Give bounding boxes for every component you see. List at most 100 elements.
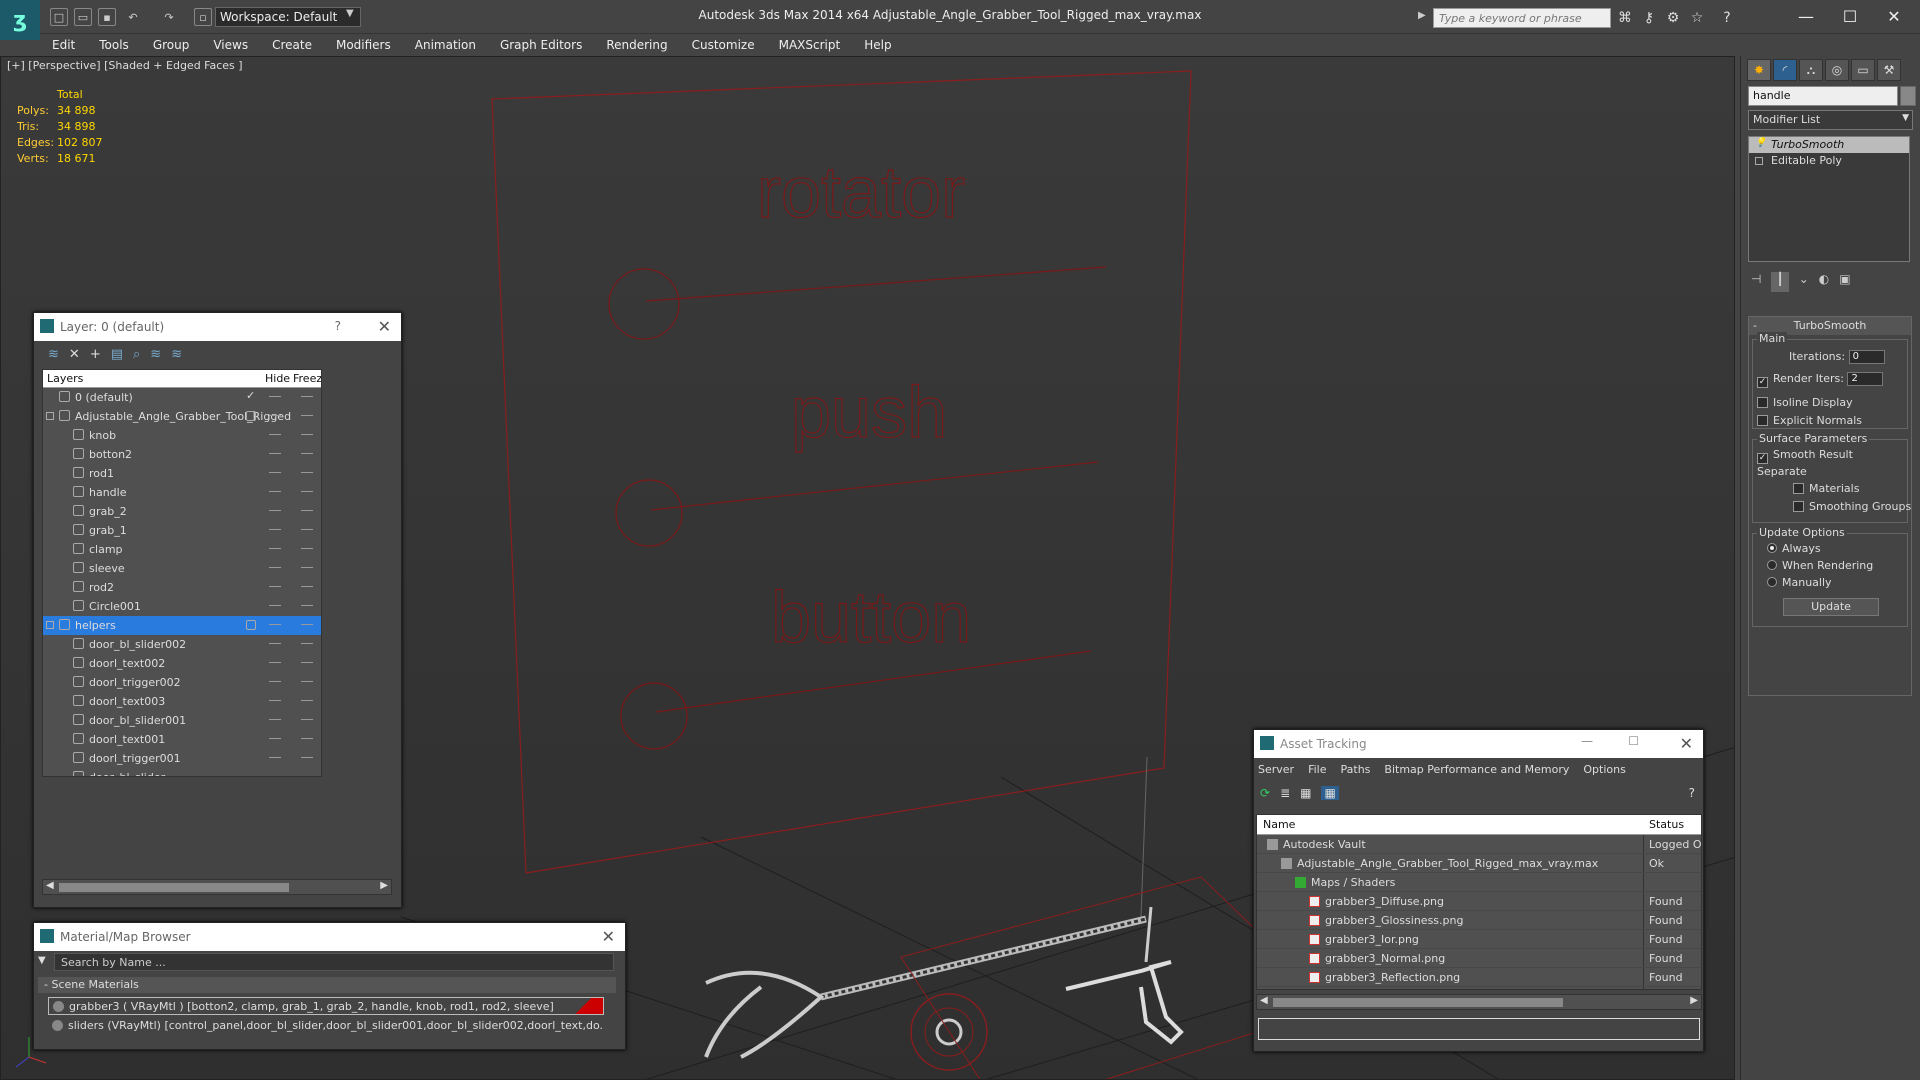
communication-center-icon[interactable]: ⚙ bbox=[1664, 9, 1682, 27]
layer-row[interactable]: Adjustable_Angle_Grabber_Tool_Rigged bbox=[43, 407, 321, 426]
menu-tools[interactable]: Tools bbox=[87, 38, 141, 52]
render-iters-checkbox[interactable]: ✓ bbox=[1757, 377, 1768, 388]
freeze-toggle[interactable] bbox=[301, 643, 313, 644]
remove-modifier-icon[interactable]: ◐ bbox=[1819, 272, 1829, 292]
freeze-toggle[interactable] bbox=[301, 738, 313, 739]
hide-toggle[interactable] bbox=[269, 472, 281, 473]
hide-toggle[interactable] bbox=[269, 681, 281, 682]
keyword-search-input[interactable]: Type a keyword or phrase bbox=[1433, 8, 1611, 28]
freeze-toggle[interactable] bbox=[301, 757, 313, 758]
hide-toggle[interactable] bbox=[269, 643, 281, 644]
scroll-right-icon[interactable]: ▶ bbox=[380, 880, 388, 891]
scene-materials-header[interactable]: - Scene Materials bbox=[38, 977, 616, 993]
object-row[interactable]: handle bbox=[43, 483, 321, 502]
hide-toggle[interactable] bbox=[269, 776, 281, 777]
freeze-toggle[interactable] bbox=[301, 586, 313, 587]
key-icon[interactable]: ⚷ bbox=[1640, 9, 1658, 27]
freeze-toggle[interactable] bbox=[301, 396, 313, 397]
object-row[interactable]: doorl_trigger002 bbox=[43, 673, 321, 692]
always-radio[interactable] bbox=[1767, 543, 1777, 553]
help-icon[interactable]: ? bbox=[1718, 9, 1736, 27]
asset-menu-file[interactable]: File bbox=[1308, 763, 1326, 776]
close-icon[interactable]: ✕ bbox=[602, 927, 615, 946]
explicit-normals-checkbox[interactable] bbox=[1757, 415, 1768, 426]
stack-item-turbosmooth[interactable]: 💡 TurboSmooth bbox=[1749, 137, 1909, 153]
hide-toggle[interactable] bbox=[269, 719, 281, 720]
col-freeze[interactable]: Freeze bbox=[293, 372, 321, 385]
freeze-toggle[interactable] bbox=[301, 434, 313, 435]
asset-menu-bitmap[interactable]: Bitmap Performance and Memory bbox=[1384, 763, 1569, 776]
menu-views[interactable]: Views bbox=[201, 38, 260, 52]
lightbulb-icon[interactable]: 💡 bbox=[1755, 138, 1766, 148]
select-objects-icon[interactable]: ▤ bbox=[111, 347, 123, 362]
freeze-toggle[interactable] bbox=[301, 605, 313, 606]
configure-sets-icon[interactable]: ▣ bbox=[1839, 272, 1850, 292]
favorites-star-icon[interactable]: ☆ bbox=[1688, 9, 1706, 27]
search-expand-icon[interactable]: ▶ bbox=[1418, 10, 1426, 21]
asset-row[interactable]: Maps / Shaders bbox=[1257, 873, 1701, 892]
asset-menu-paths[interactable]: Paths bbox=[1341, 763, 1371, 776]
pin-stack-icon[interactable]: ⊣ bbox=[1751, 272, 1761, 292]
object-row[interactable]: doorl_trigger001 bbox=[43, 749, 321, 768]
asset-path-field[interactable] bbox=[1258, 1018, 1700, 1040]
asset-row[interactable]: grabber3_Glossiness.png Found bbox=[1257, 911, 1701, 930]
object-row[interactable]: door_bl_slider bbox=[43, 768, 321, 777]
asset-row[interactable]: Autodesk Vault Logged Ou bbox=[1257, 835, 1701, 854]
material-item-grabber3[interactable]: grabber3 ( VRayMtl ) [botton2, clamp, gr… bbox=[48, 997, 604, 1015]
menu-maxscript[interactable]: MAXScript bbox=[767, 38, 853, 52]
freeze-toggle[interactable] bbox=[301, 529, 313, 530]
delete-layer-icon[interactable]: ✕ bbox=[69, 347, 80, 362]
object-row[interactable]: sleeve bbox=[43, 559, 321, 578]
layer-row[interactable]: 0 (default) ✓ bbox=[43, 388, 321, 407]
material-item-sliders[interactable]: sliders (VRayMtl) [control_panel,door_bl… bbox=[48, 1017, 604, 1035]
modify-tab-icon[interactable]: ◜ bbox=[1773, 59, 1797, 81]
browser-menu-icon[interactable]: ▼ bbox=[38, 955, 48, 966]
freeze-toggle[interactable] bbox=[301, 700, 313, 701]
save-icon[interactable]: ▪ bbox=[98, 8, 116, 26]
stack-item-editable-poly[interactable]: Editable Poly bbox=[1749, 153, 1909, 169]
set-current-layer-icon[interactable] bbox=[246, 620, 256, 630]
scroll-left-icon[interactable]: ◀ bbox=[1260, 995, 1268, 1006]
asset-row[interactable]: grabber3_Ior.png Found bbox=[1257, 930, 1701, 949]
object-row[interactable]: doorl_text001 bbox=[43, 730, 321, 749]
iterations-spinner[interactable]: 0 bbox=[1848, 350, 1885, 364]
object-row[interactable]: grab_2 bbox=[43, 502, 321, 521]
freeze-toggle[interactable] bbox=[301, 567, 313, 568]
object-color-swatch[interactable] bbox=[1900, 86, 1916, 106]
object-row[interactable]: door_bl_slider002 bbox=[43, 635, 321, 654]
freeze-toggle[interactable] bbox=[301, 491, 313, 492]
col-hide[interactable]: Hide bbox=[265, 372, 290, 385]
list-view-icon[interactable]: ≣ bbox=[1280, 786, 1290, 800]
object-row[interactable]: clamp bbox=[43, 540, 321, 559]
freeze-toggle[interactable] bbox=[301, 548, 313, 549]
display-tab-icon[interactable]: ▭ bbox=[1851, 59, 1875, 81]
freeze-toggle[interactable] bbox=[301, 719, 313, 720]
modifier-list-dropdown[interactable]: Modifier List ▼ bbox=[1748, 110, 1913, 130]
new-file-icon[interactable]: □ bbox=[50, 8, 68, 26]
add-to-layer-icon[interactable]: + bbox=[90, 347, 101, 362]
col-layers[interactable]: Layers bbox=[47, 372, 83, 385]
hide-toggle[interactable] bbox=[269, 415, 281, 416]
asset-menu-server[interactable]: Server bbox=[1258, 763, 1294, 776]
update-button[interactable]: Update bbox=[1783, 598, 1879, 616]
freeze-toggle[interactable] bbox=[301, 681, 313, 682]
refresh-icon[interactable]: ⟳ bbox=[1260, 786, 1270, 800]
hide-toggle[interactable] bbox=[269, 586, 281, 587]
menu-help[interactable]: Help bbox=[852, 38, 903, 52]
asset-row[interactable]: grabber3_Reflection.png Found bbox=[1257, 968, 1701, 987]
set-current-layer-icon[interactable] bbox=[246, 411, 256, 421]
create-layer-icon[interactable]: ≋ bbox=[48, 347, 59, 362]
motion-tab-icon[interactable]: ◎ bbox=[1825, 59, 1849, 81]
horizontal-scrollbar[interactable]: ◀ ▶ bbox=[42, 879, 392, 895]
object-row[interactable]: rod2 bbox=[43, 578, 321, 597]
workspace-dropdown[interactable]: Workspace: Default bbox=[215, 7, 361, 27]
expand-icon[interactable] bbox=[1755, 157, 1763, 165]
scroll-thumb[interactable] bbox=[1273, 998, 1563, 1007]
object-name-field[interactable]: handle bbox=[1748, 86, 1898, 106]
asset-help-icon[interactable]: ? bbox=[1689, 786, 1695, 800]
asset-menu-options[interactable]: Options bbox=[1583, 763, 1625, 776]
menu-graph-editors[interactable]: Graph Editors bbox=[488, 38, 594, 52]
materials-checkbox[interactable] bbox=[1793, 483, 1804, 494]
hide-toggle[interactable] bbox=[269, 510, 281, 511]
scroll-thumb[interactable] bbox=[59, 883, 289, 892]
